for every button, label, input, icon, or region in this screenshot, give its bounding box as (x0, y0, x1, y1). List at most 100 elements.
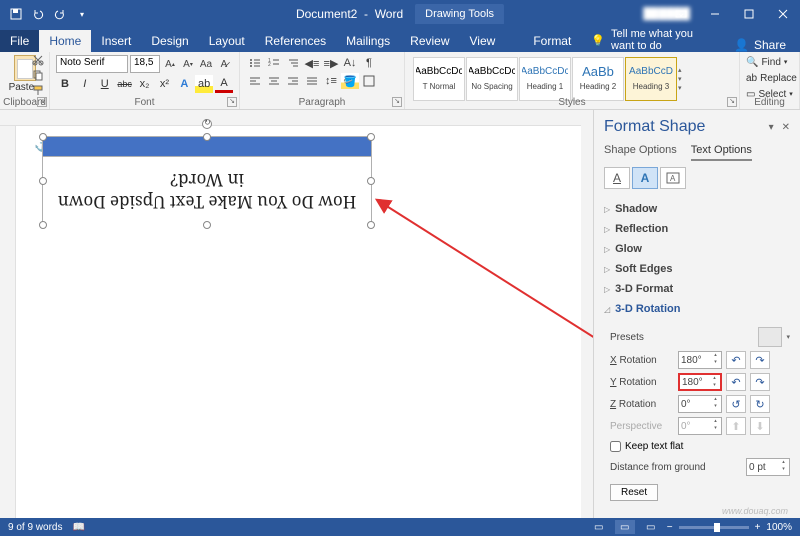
italic-button[interactable]: I (76, 75, 94, 93)
highlight-icon[interactable]: ab (195, 75, 213, 93)
section-soft-edges[interactable]: ▷ Soft Edges (604, 259, 790, 279)
tab-format[interactable]: Format (523, 30, 581, 52)
style-heading-1[interactable]: AaBbCcDcHeading 1 (519, 57, 571, 101)
resize-handle-s[interactable] (203, 221, 211, 229)
resize-handle-ne[interactable] (367, 133, 375, 141)
tab-home[interactable]: Home (39, 30, 91, 52)
bold-button[interactable]: B (56, 75, 74, 93)
textbox-category-icon[interactable]: A (660, 167, 686, 189)
text-effects-icon[interactable]: A (175, 75, 193, 93)
superscript-button[interactable]: x² (155, 75, 173, 93)
text-fill-outline-icon[interactable]: A (604, 167, 630, 189)
zoom-level[interactable]: 100% (766, 522, 792, 533)
style-no-spacing[interactable]: AaBbCcDcNo Spacing (466, 57, 518, 101)
bullets-icon[interactable] (246, 55, 264, 71)
subscript-button[interactable]: x₂ (136, 75, 154, 93)
vertical-ruler[interactable] (0, 126, 16, 518)
text-box-body[interactable]: How Do You Make Text Upside Down in Word… (43, 157, 371, 226)
clear-format-icon[interactable]: A̷ (216, 55, 232, 73)
resize-handle-sw[interactable] (39, 221, 47, 229)
grow-font-icon[interactable]: A▴ (162, 55, 178, 73)
zoom-slider[interactable] (679, 526, 749, 529)
tab-design[interactable]: Design (141, 30, 198, 52)
x-rotate-left-icon[interactable]: ↶ (726, 351, 746, 369)
close-icon[interactable] (766, 0, 800, 28)
strike-button[interactable]: abc (116, 75, 134, 93)
pane-tab-shape[interactable]: Shape Options (604, 144, 677, 161)
y-rotate-left-icon[interactable]: ↶ (726, 373, 746, 391)
page[interactable]: ⚓ How Do You Make Text Upside Down in Wo… (16, 126, 581, 518)
y-rotate-right-icon[interactable]: ↷ (750, 373, 770, 391)
keep-flat-input[interactable] (610, 441, 621, 452)
decrease-indent-icon[interactable]: ◀≡ (303, 55, 321, 71)
zoom-out-icon[interactable]: − (667, 522, 673, 533)
resize-handle-w[interactable] (39, 177, 47, 185)
maximize-icon[interactable] (732, 0, 766, 28)
style-heading-3[interactable]: AaBbCcDHeading 3 (625, 57, 677, 101)
read-mode-icon[interactable]: ▭ (589, 520, 609, 534)
justify-icon[interactable] (303, 73, 321, 89)
print-layout-icon[interactable]: ▭ (615, 520, 635, 534)
tab-review[interactable]: Review (400, 30, 459, 52)
align-right-icon[interactable] (284, 73, 302, 89)
spell-check-icon[interactable]: 📖 (72, 522, 84, 533)
qat-dropdown-icon[interactable]: ▾ (72, 4, 92, 24)
copy-icon[interactable] (32, 69, 46, 83)
paragraph-launcher-icon[interactable]: ↘ (392, 97, 402, 107)
section-glow[interactable]: ▷ Glow (604, 239, 790, 259)
tab-file[interactable]: File (0, 30, 39, 52)
pane-tab-text[interactable]: Text Options (691, 144, 752, 161)
section-reflection[interactable]: ▷ Reflection (604, 219, 790, 239)
show-marks-icon[interactable]: ¶ (360, 55, 378, 71)
redo-icon[interactable] (50, 4, 70, 24)
z-rotate-right-icon[interactable]: ↻ (750, 395, 770, 413)
text-effects-category-icon[interactable]: A (632, 167, 658, 189)
tab-mailings[interactable]: Mailings (336, 30, 400, 52)
ribbon-options-icon[interactable] (664, 0, 698, 28)
align-left-icon[interactable] (246, 73, 264, 89)
clipboard-launcher-icon[interactable]: ↘ (37, 97, 47, 107)
shading-icon[interactable]: 🪣 (341, 73, 359, 89)
pane-close-icon[interactable]: ✕ (782, 122, 790, 133)
z-rotation-input[interactable]: 0°▴▾ (678, 395, 722, 413)
font-launcher-icon[interactable]: ↘ (227, 97, 237, 107)
y-rotation-input[interactable]: 180°▴▾ (678, 373, 722, 391)
borders-icon[interactable] (360, 73, 378, 89)
tab-insert[interactable]: Insert (91, 30, 141, 52)
style-gallery-more[interactable]: ▴▾▾ (678, 57, 692, 101)
tab-references[interactable]: References (255, 30, 336, 52)
tab-layout[interactable]: Layout (199, 30, 255, 52)
cut-icon[interactable] (32, 54, 46, 68)
multilevel-icon[interactable] (284, 55, 302, 71)
presets-dropdown[interactable] (758, 327, 782, 347)
x-rotation-input[interactable]: 180°▴▾ (678, 351, 722, 369)
undo-icon[interactable] (28, 4, 48, 24)
resize-handle-se[interactable] (367, 221, 375, 229)
save-icon[interactable] (6, 4, 26, 24)
resize-handle-n[interactable] (203, 133, 211, 141)
share-button[interactable]: 👤Share (720, 38, 800, 52)
font-name-combo[interactable]: Noto Serif (56, 55, 128, 73)
line-spacing-icon[interactable]: ↕≡ (322, 73, 340, 89)
web-layout-icon[interactable]: ▭ (641, 520, 661, 534)
underline-button[interactable]: U (96, 75, 114, 93)
horizontal-ruler[interactable] (0, 110, 593, 126)
font-size-combo[interactable]: 18,5 (130, 55, 160, 73)
sort-icon[interactable]: A↓ (341, 55, 359, 71)
rotation-handle[interactable] (202, 119, 212, 129)
section-3d-rotation[interactable]: ◿ 3-D Rotation (604, 299, 790, 319)
style-heading-2[interactable]: AaBbHeading 2 (572, 57, 624, 101)
shrink-font-icon[interactable]: A▾ (180, 55, 196, 73)
style-gallery[interactable]: AaBbCcDcT Normal AaBbCcDcNo Spacing AaBb… (411, 55, 733, 103)
section-3d-format[interactable]: ▷ 3-D Format (604, 279, 790, 299)
text-box[interactable]: How Do You Make Text Upside Down in Word… (42, 136, 372, 226)
numbering-icon[interactable]: 12 (265, 55, 283, 71)
reset-button[interactable]: Reset (610, 484, 658, 501)
format-painter-icon[interactable] (32, 84, 46, 98)
align-center-icon[interactable] (265, 73, 283, 89)
vertical-scrollbar[interactable] (581, 110, 593, 518)
tell-me[interactable]: 💡Tell me what you want to do (581, 28, 720, 52)
z-rotate-left-icon[interactable]: ↺ (726, 395, 746, 413)
section-shadow[interactable]: ▷ Shadow (604, 199, 790, 219)
increase-indent-icon[interactable]: ≡▶ (322, 55, 340, 71)
